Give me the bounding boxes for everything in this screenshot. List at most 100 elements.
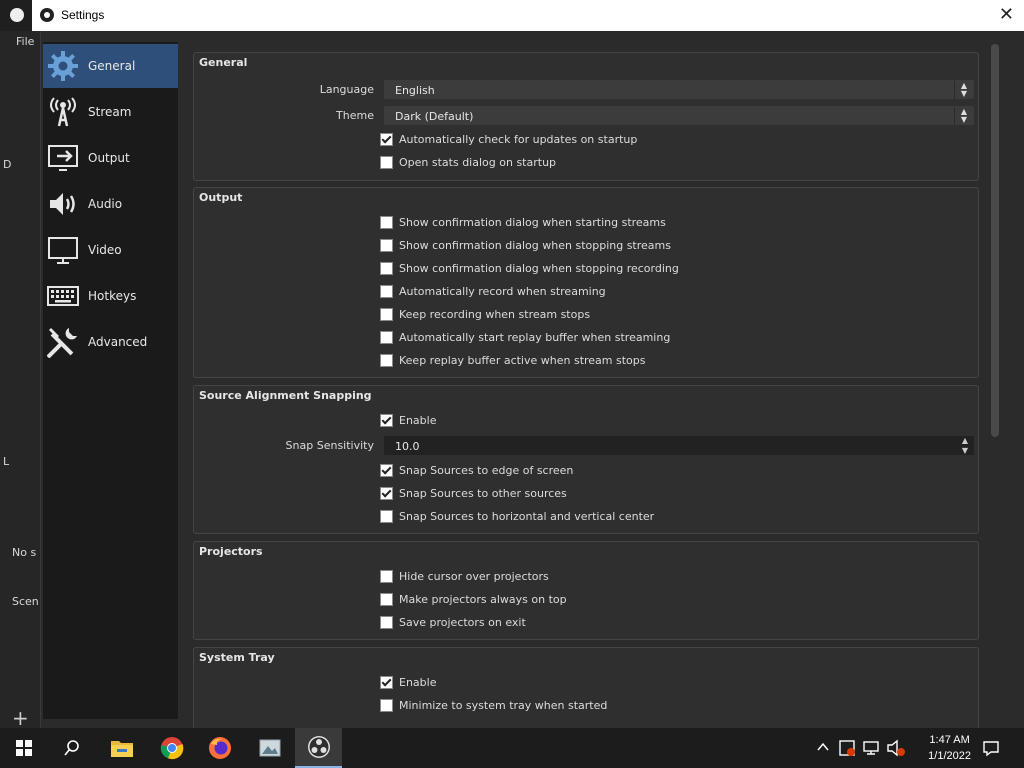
checkbox-label: Save projectors on exit — [399, 616, 526, 629]
checkbox-label: Minimize to system tray when started — [399, 699, 608, 712]
checkbox-box — [380, 510, 393, 523]
group-projectors: Projectors Hide cursor over projectors M… — [193, 541, 979, 640]
search-icon[interactable] — [48, 728, 95, 768]
tray-minimize-checkbox[interactable]: Minimize to system tray when started — [380, 699, 607, 712]
windows-taskbar: 1:47 AM 1/1/2022 — [0, 728, 1024, 768]
network-icon[interactable] — [862, 739, 880, 760]
spin-arrows-icon[interactable]: ▲ ▼ — [957, 436, 973, 456]
nav-label: General — [88, 59, 136, 73]
checkbox-label: Enable — [399, 676, 437, 689]
auto-replay-buffer-checkbox[interactable]: Automatically start replay buffer when s… — [380, 331, 670, 344]
checkbox-label: Make projectors always on top — [399, 593, 567, 606]
content-scrollbar[interactable] — [990, 42, 1000, 722]
checkbox-label: Snap Sources to horizontal and vertical … — [399, 510, 655, 523]
confirm-start-stream-checkbox[interactable]: Show confirmation dialog when starting s… — [380, 216, 666, 229]
nav-label: Video — [88, 243, 122, 257]
security-alert-icon[interactable] — [838, 739, 856, 760]
checkbox-label: Enable — [399, 414, 437, 427]
checkbox-label: Keep replay buffer active when stream st… — [399, 354, 646, 367]
system-clock[interactable]: 1:47 AM 1/1/2022 — [928, 732, 971, 764]
language-value: English — [395, 84, 435, 97]
background-letter: L — [3, 455, 10, 468]
nav-label: Advanced — [88, 335, 148, 349]
checkbox-box — [380, 570, 393, 583]
theme-select[interactable]: Dark (Default) ▲ ▼ — [384, 106, 974, 125]
nav-stream[interactable]: Stream — [43, 90, 178, 134]
nav-hotkeys[interactable]: Hotkeys — [43, 274, 178, 318]
close-button[interactable]: ✕ — [999, 4, 1014, 25]
snap-sources-checkbox[interactable]: Snap Sources to other sources — [380, 487, 567, 500]
chevron-updown-icon: ▲ ▼ — [954, 107, 973, 125]
chevron-updown-icon: ▲ ▼ — [954, 81, 973, 99]
checkbox-label: Snap Sources to edge of screen — [399, 464, 574, 477]
chrome-icon[interactable] — [148, 728, 195, 768]
nav-audio[interactable]: Audio — [43, 182, 178, 226]
checkbox-label: Keep recording when stream stops — [399, 308, 591, 321]
checkbox-box — [380, 239, 393, 252]
nav-advanced[interactable]: Advanced — [43, 320, 178, 364]
nav-video[interactable]: Video — [43, 228, 178, 272]
hide-cursor-checkbox[interactable]: Hide cursor over projectors — [380, 570, 549, 583]
language-select[interactable]: English ▲ ▼ — [384, 80, 974, 99]
image-viewer-icon[interactable] — [246, 728, 293, 768]
snap-sensitivity-value: 10.0 — [395, 440, 420, 453]
volume-muted-icon[interactable] — [886, 739, 906, 760]
check-updates-checkbox[interactable]: Automatically check for updates on start… — [380, 133, 637, 146]
windows-start-icon[interactable] — [0, 728, 47, 768]
open-stats-checkbox[interactable]: Open stats dialog on startup — [380, 156, 556, 169]
auto-record-checkbox[interactable]: Automatically record when streaming — [380, 285, 606, 298]
clock-time: 1:47 AM — [929, 734, 970, 746]
checkbox-box — [380, 156, 393, 169]
confirm-stop-stream-checkbox[interactable]: Show confirmation dialog when stopping s… — [380, 239, 671, 252]
obs-app-icon — [0, 0, 32, 31]
obs-icon[interactable] — [295, 728, 342, 768]
file-explorer-icon[interactable] — [98, 728, 145, 768]
nav-label: Stream — [88, 105, 132, 119]
checkbox-label: Snap Sources to other sources — [399, 487, 567, 500]
checkbox-label: Hide cursor over projectors — [399, 570, 549, 583]
tools-icon — [46, 325, 80, 359]
save-projectors-checkbox[interactable]: Save projectors on exit — [380, 616, 526, 629]
checkbox-box — [380, 285, 393, 298]
broadcast-tower-icon — [46, 95, 80, 129]
checkbox-label: Show confirmation dialog when stopping r… — [399, 262, 679, 275]
snap-sensitivity-input[interactable]: 10.0 ▲ ▼ — [384, 436, 974, 455]
checkbox-label: Show confirmation dialog when starting s… — [399, 216, 666, 229]
group-title: System Tray — [199, 651, 275, 664]
nav-output[interactable]: Output — [43, 136, 178, 180]
file-menu[interactable]: File — [16, 35, 34, 48]
nav-label: Hotkeys — [88, 289, 137, 303]
snapping-enable-checkbox[interactable]: Enable — [380, 414, 436, 427]
monitor-icon — [46, 233, 80, 267]
gear-icon — [46, 49, 80, 83]
checkbox-label: Show confirmation dialog when stopping s… — [399, 239, 671, 252]
checkbox-box — [380, 331, 393, 344]
group-title: Output — [199, 191, 243, 204]
group-snapping: Source Alignment Snapping Enable Snap Se… — [193, 385, 979, 534]
tray-enable-checkbox[interactable]: Enable — [380, 676, 436, 689]
speaker-icon — [46, 187, 80, 221]
checkbox-box — [380, 699, 393, 712]
nav-general[interactable]: General — [43, 44, 178, 88]
checkbox-box — [380, 216, 393, 229]
firefox-icon[interactable] — [196, 728, 243, 768]
group-output: Output Show confirmation dialog when sta… — [193, 187, 979, 378]
notification-icon[interactable] — [982, 739, 1000, 760]
settings-content: General Language English ▲ ▼ Theme Dark (D… — [186, 42, 986, 739]
checkbox-box — [380, 262, 393, 275]
settings-title-bar: Settings ✕ — [32, 0, 1024, 31]
checkbox-box — [380, 308, 393, 321]
snap-center-checkbox[interactable]: Snap Sources to horizontal and vertical … — [380, 510, 654, 523]
confirm-stop-recording-checkbox[interactable]: Show confirmation dialog when stopping r… — [380, 262, 679, 275]
keep-replay-buffer-checkbox[interactable]: Keep replay buffer active when stream st… — [380, 354, 646, 367]
checkbox-box — [380, 676, 393, 689]
chevron-up-icon[interactable] — [816, 740, 830, 757]
always-on-top-checkbox[interactable]: Make projectors always on top — [380, 593, 567, 606]
no-source-text: No s — [12, 546, 37, 559]
keep-recording-checkbox[interactable]: Keep recording when stream stops — [380, 308, 590, 321]
checkbox-box — [380, 593, 393, 606]
scenes-header: Scen — [12, 595, 39, 608]
snap-edge-checkbox[interactable]: Snap Sources to edge of screen — [380, 464, 573, 477]
scrollbar-thumb[interactable] — [991, 44, 999, 437]
add-scene-icon[interactable]: + — [12, 706, 29, 730]
